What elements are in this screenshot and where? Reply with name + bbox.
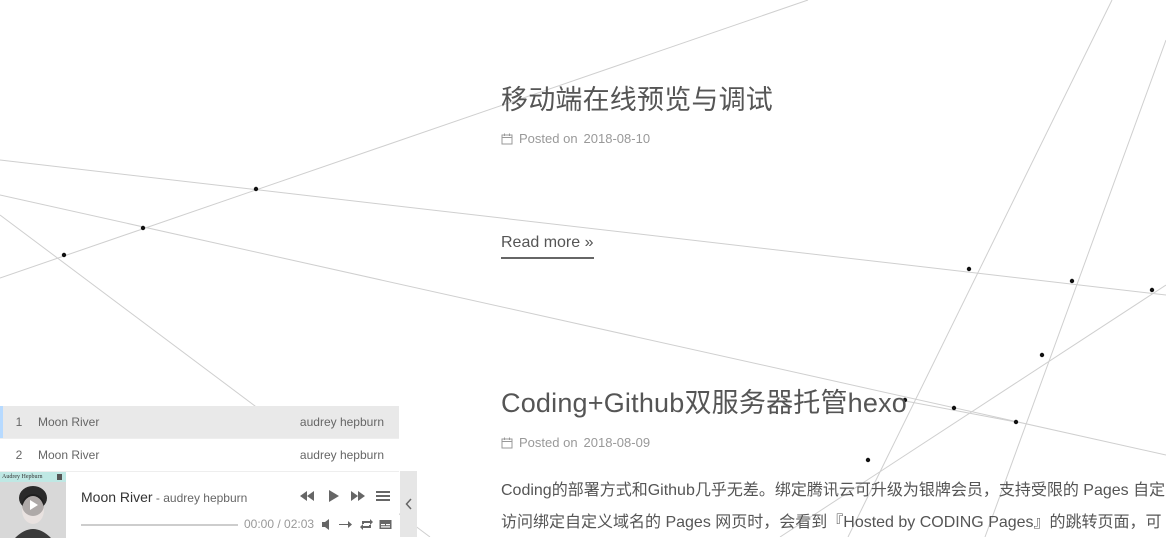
- excerpt-line: Coding的部署方式和Github几乎无差。绑定腾讯云可升级为银牌会员，支持受…: [501, 482, 1166, 499]
- now-playing-title: Moon River: [81, 489, 153, 505]
- network-node: [61, 252, 67, 258]
- post-date: 2018-08-09: [583, 435, 651, 450]
- posted-on-label: Posted on: [519, 131, 578, 146]
- network-node: [1039, 352, 1045, 358]
- loop-icon[interactable]: [360, 518, 373, 531]
- post-meta: Posted on 2018-08-10: [501, 131, 650, 146]
- menu-icon[interactable]: [375, 488, 391, 504]
- post-2: Coding+Github双服务器托管hexo: [501, 381, 907, 420]
- network-node: [1013, 419, 1019, 425]
- calendar-icon: [501, 133, 513, 144]
- volume-icon[interactable]: [321, 518, 334, 531]
- album-cover-art: [0, 472, 66, 538]
- now-playing-artist: - audrey hepburn: [152, 491, 248, 505]
- playlist-item[interactable]: 1 Moon River audrey hepburn: [0, 406, 399, 439]
- network-node: [951, 405, 957, 411]
- network-node: [140, 225, 146, 231]
- album-cover[interactable]: Audrey Hepburn: [0, 472, 66, 538]
- read-more-wrap: Read more »: [501, 234, 594, 259]
- network-node: [1149, 287, 1155, 293]
- playlist-title: Moon River: [38, 415, 100, 429]
- network-node: [253, 186, 259, 192]
- playlist-title: Moon River: [38, 448, 100, 462]
- progress-bar[interactable]: [81, 524, 238, 526]
- lyrics-icon[interactable]: [379, 518, 392, 531]
- playlist-index: 1: [15, 415, 23, 429]
- cover-caption: Audrey Hepburn: [2, 474, 43, 480]
- music-player: Audrey Hepburn Moon River - audrey hepbu…: [0, 471, 399, 538]
- network-node: [966, 266, 972, 272]
- post-title[interactable]: 移动端在线预览与调试: [501, 78, 773, 117]
- posted-on-label: Posted on: [519, 435, 578, 450]
- player-toggle-button[interactable]: [400, 471, 417, 537]
- excerpt-line: 访问绑定自定义域名的 Pages 网页时，会看到『Hosted by CODIN…: [501, 514, 1162, 531]
- chevron-left-icon: [404, 498, 412, 510]
- order-icon[interactable]: [339, 518, 352, 531]
- skip-back-icon[interactable]: [299, 488, 315, 504]
- play-icon[interactable]: [325, 488, 341, 504]
- network-node: [865, 457, 871, 463]
- post-meta: Posted on 2018-08-09: [501, 435, 650, 450]
- playlist-item[interactable]: 2 Moon River audrey hepburn: [0, 439, 399, 472]
- network-node: [1069, 278, 1075, 284]
- playlist-author: audrey hepburn: [299, 448, 384, 462]
- playlist-index: 2: [15, 448, 23, 462]
- post-title[interactable]: Coding+Github双服务器托管hexo: [501, 381, 907, 420]
- play-time: 00:00 / 02:03: [244, 517, 315, 531]
- post-1: 移动端在线预览与调试: [501, 78, 773, 117]
- now-playing: Moon River - audrey hepburn: [81, 489, 247, 505]
- read-more-link[interactable]: Read more »: [501, 234, 594, 259]
- calendar-icon: [501, 437, 513, 448]
- skip-forward-icon[interactable]: [350, 488, 366, 504]
- post-excerpt: Coding的部署方式和Github几乎无差。绑定腾讯云可升级为银牌会员，支持受…: [501, 475, 1165, 539]
- post-date: 2018-08-10: [583, 131, 651, 146]
- playlist-author: audrey hepburn: [299, 415, 384, 429]
- player-playlist: 1 Moon River audrey hepburn 2 Moon River…: [0, 406, 399, 472]
